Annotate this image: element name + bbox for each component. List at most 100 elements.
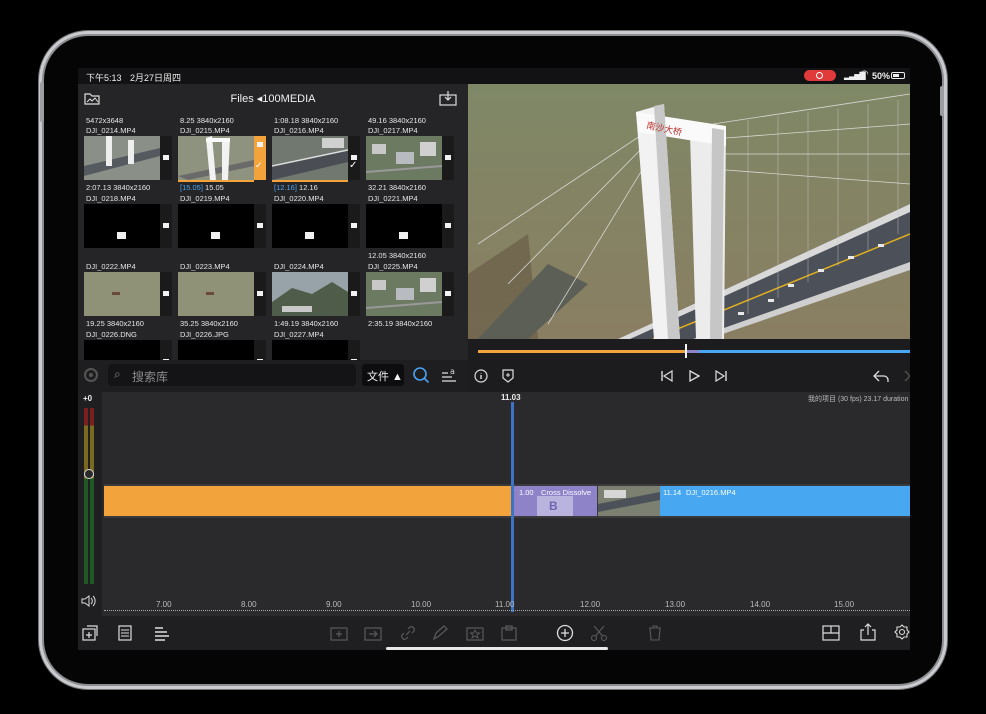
thumb-image — [84, 136, 160, 180]
thumb-side-strip[interactable] — [254, 204, 266, 248]
thumb-meta-top: 5472x3648 — [86, 116, 124, 125]
thumb-meta: 32.21 3840x2160 — [368, 183, 426, 192]
timeline-ruler[interactable] — [104, 610, 910, 613]
media-thumbnail[interactable]: DJI_0223.MP4 35.25 3840x2160 — [178, 262, 266, 330]
thumb-side-strip[interactable] — [160, 204, 172, 248]
transition-duration: 1.00 — [519, 488, 534, 497]
thumb-meta: 1:49.19 3840x2160 — [274, 319, 338, 328]
thumb-side-strip[interactable] — [254, 340, 266, 360]
scissors-icon — [590, 625, 608, 641]
svg-text:a: a — [450, 367, 455, 376]
thumb-filename: DJI_0219.MP4 — [180, 194, 230, 203]
select-box-icon — [163, 223, 169, 228]
thumb-image — [84, 340, 160, 360]
select-box-icon — [445, 291, 451, 296]
media-thumbnail[interactable]: DJI_0222.MP4 19.25 3840x2160 — [84, 262, 172, 330]
media-thumbnail[interactable]: DJI_0220.MP4 — [272, 194, 360, 262]
home-indicator[interactable] — [386, 647, 608, 650]
favorite-icon — [466, 627, 484, 641]
scrub-playhead[interactable] — [685, 344, 688, 358]
insert-clip-icon — [330, 627, 348, 641]
speaker-icon[interactable] — [81, 595, 97, 607]
audio-meter-panel: +0 — [78, 392, 102, 634]
thumb-side-strip[interactable] — [160, 272, 172, 316]
thumb-filename: DJI_0223.MP4 — [180, 262, 230, 271]
skip-back-icon[interactable] — [660, 370, 674, 382]
clip2-thumbnail[interactable] — [598, 486, 660, 516]
timeline-layout-icon[interactable] — [154, 625, 170, 641]
clip-dji-0215[interactable] — [104, 486, 512, 516]
clip-dji-0216[interactable]: 11.14 DJI_0216.MP4 — [660, 486, 910, 516]
screen-record-indicator[interactable] — [804, 70, 836, 81]
timeline[interactable]: +0 11.03 我的项目 (30 fps) 23.17 duration 1.… — [78, 392, 910, 634]
media-thumbnail[interactable]: DJI_0226.JPG — [178, 330, 266, 360]
share-icon[interactable] — [860, 623, 876, 641]
add-icon[interactable] — [556, 624, 574, 642]
media-thumbnail[interactable]: DJI_0227.MP4 — [272, 330, 360, 360]
marker-icon[interactable] — [502, 369, 514, 383]
pencil-icon — [432, 625, 448, 641]
thumb-meta-in: [12.16] — [274, 183, 297, 192]
thumb-meta: [12.16] 12.16 — [274, 183, 318, 192]
transition-cross-dissolve[interactable]: 1.00 Cross Dissolve B — [513, 486, 597, 516]
import-icon[interactable] — [439, 90, 457, 106]
thumb-meta-value: 12.05 3840x2160 — [368, 251, 426, 260]
undo-icon[interactable] — [872, 369, 890, 383]
volume-knob[interactable] — [84, 469, 94, 479]
media-thumbnail[interactable]: DJI_0224.MP4 1:49.19 3840x2160 — [272, 262, 360, 330]
media-thumbnail[interactable]: DJI_0215.MP4 ✓ [15.05] 15.05 — [178, 126, 266, 194]
thumb-image — [366, 204, 442, 248]
search-toggle-icon[interactable] — [412, 366, 430, 384]
thumb-side-strip[interactable] — [442, 272, 454, 316]
redo-icon[interactable] — [894, 369, 910, 383]
media-thumbnail[interactable]: DJI_0217.MP4 32.21 3840x2160 — [365, 126, 454, 194]
media-thumbnail[interactable]: DJI_0219.MP4 — [178, 194, 266, 262]
device-volume-button — [40, 82, 44, 122]
thumb-side-strip[interactable] — [160, 136, 172, 180]
transition-icon: B — [537, 496, 573, 516]
video-viewer[interactable]: 南沙大桥 — [468, 84, 910, 339]
thumb-side-strip[interactable] — [160, 340, 172, 360]
search-input[interactable]: ⌕ 搜索库 — [108, 364, 356, 386]
record-icon[interactable] — [84, 368, 98, 382]
thumb-side-strip[interactable] — [442, 136, 454, 180]
thumb-filename: DJI_0214.MP4 — [86, 126, 136, 135]
media-thumbnail[interactable]: DJI_0214.MP4 2:07.13 3840x2160 — [84, 126, 172, 194]
info-icon[interactable] — [474, 369, 488, 383]
checkmark-icon: ✓ — [349, 160, 358, 171]
ruler-tick-label: 13.00 — [665, 600, 686, 609]
inspector-icon[interactable] — [118, 625, 132, 641]
media-thumbnail[interactable]: DJI_0225.MP4 2:35.19 3840x2160 — [365, 262, 454, 330]
thumb-meta-value: 19.25 3840x2160 — [86, 319, 144, 328]
sort-button[interactable]: 文件 ▲ — [362, 364, 404, 386]
thumb-image — [84, 272, 160, 316]
media-thumbnail[interactable]: DJI_0221.MP4 12.05 3840x2160 — [366, 194, 454, 262]
thumb-side-strip[interactable]: ✓ — [348, 136, 360, 180]
media-thumbnail[interactable]: DJI_0226.DNG — [84, 330, 172, 360]
thumb-side-strip[interactable] — [442, 204, 454, 248]
thumb-meta-value: 12.16 — [299, 183, 318, 192]
thumb-filename: DJI_0226.JPG — [180, 330, 229, 339]
media-thumbnail[interactable]: DJI_0218.MP4 — [84, 194, 172, 262]
thumb-side-strip[interactable] — [348, 272, 360, 316]
select-box-icon — [351, 291, 357, 296]
skip-forward-icon[interactable] — [714, 370, 728, 382]
media-thumbnail[interactable]: DJI_0216.MP4 ✓ [12.16] 12.16 — [271, 126, 360, 194]
browser-title[interactable]: Files ◂100MEDIA — [78, 92, 468, 105]
thumb-image — [365, 136, 443, 180]
thumb-side-strip[interactable]: ✓ — [254, 136, 266, 180]
sort-alpha-icon[interactable]: a — [440, 365, 458, 383]
no-preview-icon — [211, 232, 220, 239]
viewer-transport — [468, 339, 910, 392]
add-media-icon[interactable] — [82, 625, 98, 641]
layout-icon[interactable] — [822, 625, 840, 641]
thumb-side-strip[interactable] — [254, 272, 266, 316]
viewer-scrub-bar[interactable] — [478, 344, 910, 358]
timeline-playhead[interactable] — [511, 402, 514, 612]
thumb-side-strip[interactable] — [348, 340, 360, 360]
thumb-image — [365, 272, 443, 316]
no-preview-icon — [117, 232, 126, 239]
thumb-side-strip[interactable] — [348, 204, 360, 248]
settings-icon[interactable] — [894, 624, 910, 642]
play-icon[interactable] — [688, 370, 700, 382]
